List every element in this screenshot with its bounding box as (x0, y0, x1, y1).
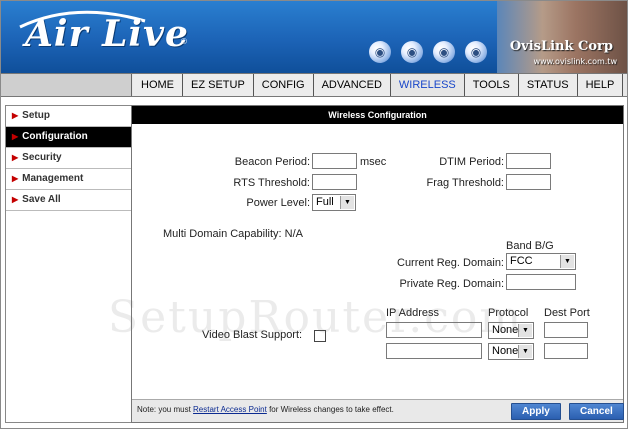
tab-ez-setup[interactable]: EZ SETUP (183, 74, 254, 96)
watermark: SetupRouter.com (108, 292, 524, 343)
tab-help[interactable]: HELP (577, 74, 624, 96)
registered-mark: ® (181, 37, 187, 46)
current-reg-domain-label: Current Reg. Domain: (397, 257, 504, 269)
brand-name: OvisLink Corp (509, 39, 613, 54)
globe-icon: ◉ (401, 41, 423, 63)
note-prefix: Note: you must (137, 405, 194, 414)
sidebar-item-security[interactable]: ▶ Security (6, 148, 131, 169)
frag-threshold-label: Frag Threshold: (426, 177, 504, 189)
chevron-down-icon: ▼ (340, 196, 354, 209)
sidebar-item-label: Management (22, 173, 84, 184)
apply-button[interactable]: Apply (511, 403, 561, 420)
multi-domain-capability: Multi Domain Capability: N/A (163, 228, 303, 240)
dest-port-input-2[interactable] (544, 343, 588, 359)
tab-status[interactable]: STATUS (518, 74, 578, 96)
power-level-label: Power Level: (246, 197, 310, 209)
power-level-select[interactable]: Full ▼ (312, 194, 356, 211)
beacon-unit: msec (360, 156, 387, 168)
header-banner: Air Live ® ◉ ◉ ◉ ◉ OvisLink Corp www.ovi… (1, 1, 627, 73)
restart-access-point-link[interactable]: Restart Access Point (193, 405, 267, 414)
tab-home[interactable]: HOME (133, 74, 183, 96)
footer-bar: Note: you must Restart Access Point for … (132, 399, 624, 422)
dest-port-header: Dest Port (544, 307, 590, 319)
sidebar-item-management[interactable]: ▶ Management (6, 169, 131, 190)
protocol-value: None (492, 345, 519, 357)
protocol-select-2[interactable]: None ▼ (488, 343, 534, 360)
tab-wireless[interactable]: WIRELESS (390, 74, 465, 96)
band-label: Band B/G (506, 240, 554, 252)
brand-url: www.ovislink.com.tw (533, 57, 617, 66)
sidebar-item-label: Save All (22, 194, 61, 205)
top-nav-bar: HOME EZ SETUP CONFIG ADVANCED WIRELESS T… (1, 73, 627, 97)
dtim-period-input[interactable] (506, 153, 551, 169)
beacon-period-label: Beacon Period: (234, 156, 310, 168)
chevron-down-icon: ▼ (518, 345, 532, 358)
note-suffix: for Wireless changes to take effect. (266, 405, 394, 414)
ip-address-input-2[interactable] (386, 343, 482, 359)
beacon-period-input[interactable] (312, 153, 357, 169)
reg-domain-value: FCC (510, 255, 533, 267)
globe-icon: ◉ (465, 41, 487, 63)
dest-port-input-1[interactable] (544, 322, 588, 338)
sidebar-item-label: Setup (22, 110, 50, 121)
arrow-right-icon: ▶ (12, 153, 19, 162)
arrow-right-icon: ▶ (12, 111, 19, 120)
sidebar-item-setup[interactable]: ▶ Setup (6, 106, 131, 127)
sidebar: ▶ Setup ▶ Configuration ▶ Security ▶ Managem… (5, 105, 132, 423)
globe-icons: ◉ ◉ ◉ ◉ (369, 41, 487, 63)
nav-spacer (1, 74, 132, 96)
power-level-value: Full (316, 196, 334, 208)
sidebar-item-label: Security (22, 152, 62, 163)
wireless-config-panel: Wireless Configuration Beacon Period: ms… (131, 105, 624, 423)
cancel-button[interactable]: Cancel (569, 403, 624, 420)
private-reg-domain-label: Private Reg. Domain: (399, 278, 504, 290)
brand-logo: Air Live (25, 13, 189, 55)
tab-config[interactable]: CONFIG (253, 74, 314, 96)
rts-threshold-input[interactable] (312, 174, 357, 190)
arrow-right-icon: ▶ (12, 132, 19, 141)
panel-title: Wireless Configuration (132, 106, 623, 124)
tab-tools[interactable]: TOOLS (464, 74, 519, 96)
reg-domain-select[interactable]: FCC ▼ (506, 253, 576, 270)
globe-icon: ◉ (369, 41, 391, 63)
sidebar-item-configuration[interactable]: ▶ Configuration (6, 127, 131, 148)
globe-icon: ◉ (433, 41, 455, 63)
rts-threshold-label: RTS Threshold: (233, 177, 310, 189)
top-nav: HOME EZ SETUP CONFIG ADVANCED WIRELESS T… (133, 74, 624, 96)
chevron-down-icon: ▼ (560, 255, 574, 268)
dtim-period-label: DTIM Period: (439, 156, 504, 168)
sidebar-item-label: Configuration (22, 131, 88, 142)
private-reg-domain-input[interactable] (506, 274, 576, 290)
frag-threshold-input[interactable] (506, 174, 551, 190)
sidebar-item-save-all[interactable]: ▶ Save All (6, 190, 131, 211)
restart-note: Note: you must Restart Access Point for … (137, 405, 394, 414)
tab-advanced[interactable]: ADVANCED (313, 74, 391, 96)
arrow-right-icon: ▶ (12, 195, 19, 204)
arrow-right-icon: ▶ (12, 174, 19, 183)
